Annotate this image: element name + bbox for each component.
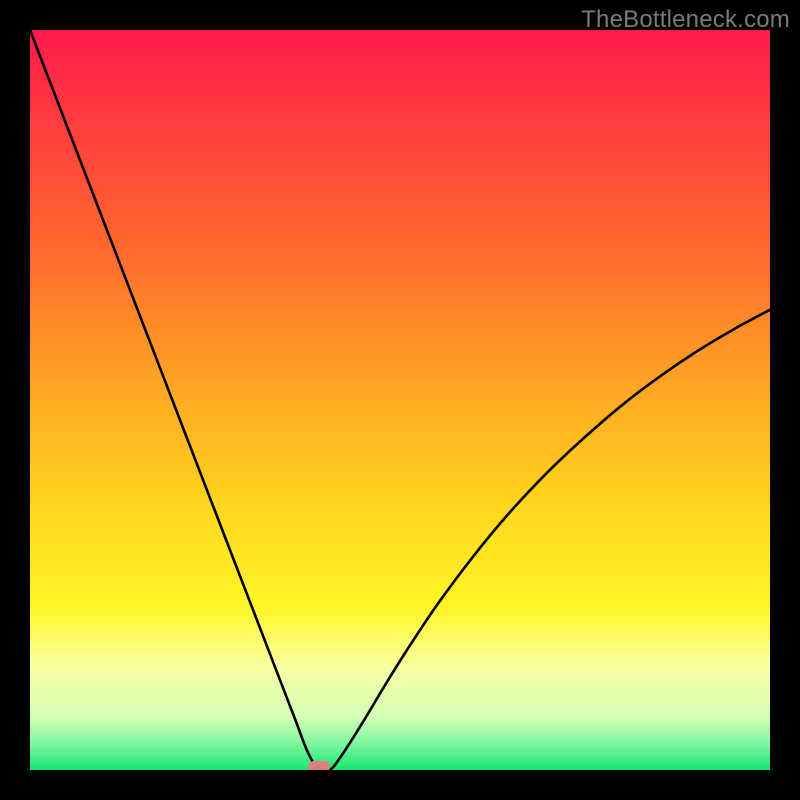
chart-stage: TheBottleneck.com <box>0 0 800 800</box>
plot-svg <box>30 30 770 770</box>
watermark-text: TheBottleneck.com <box>581 6 790 34</box>
plot-area <box>30 30 770 770</box>
minimum-marker <box>308 761 330 770</box>
